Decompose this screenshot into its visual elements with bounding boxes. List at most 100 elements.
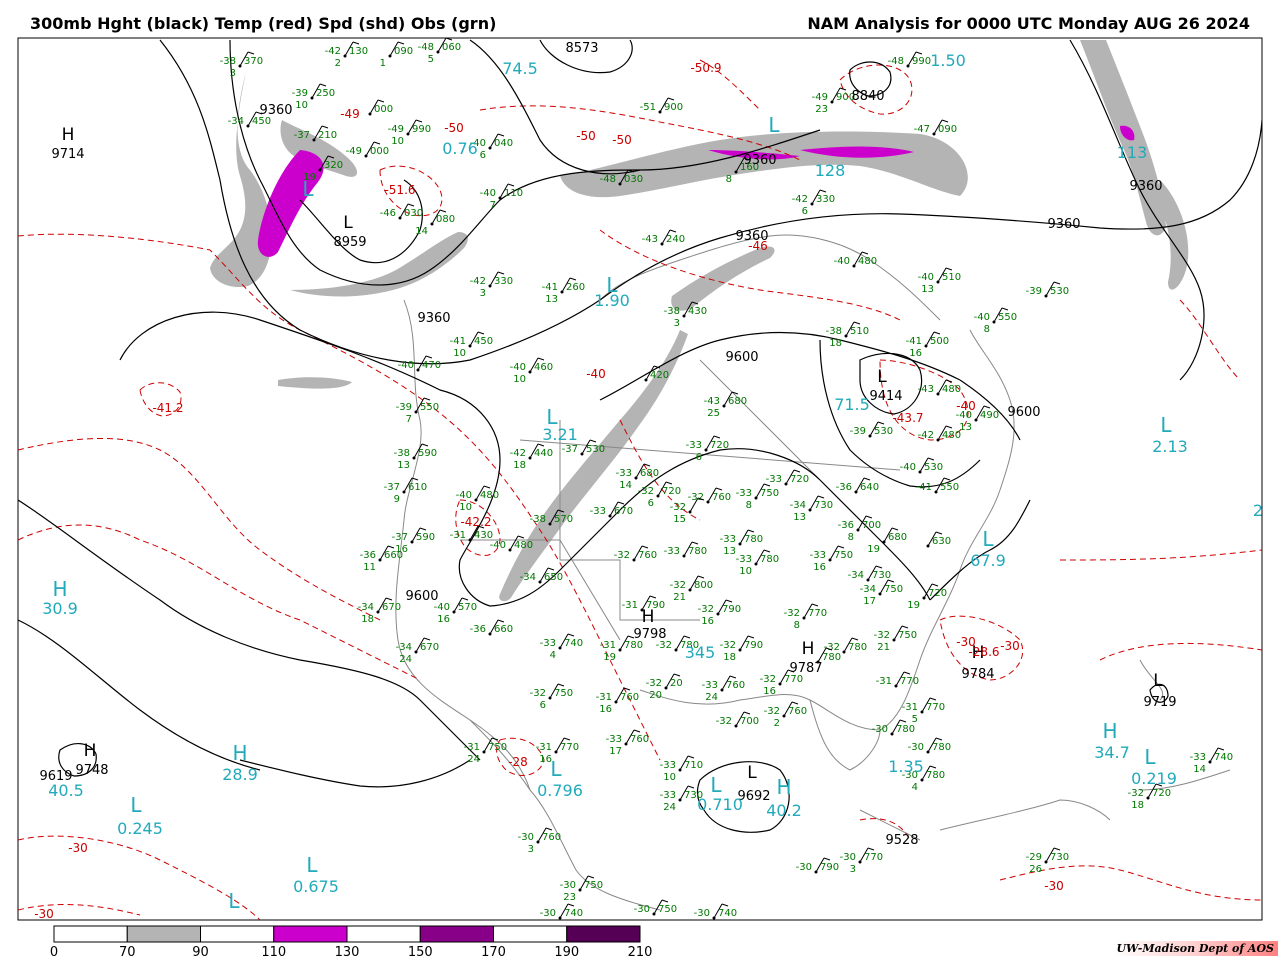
obs-height: 670 [382, 602, 401, 613]
obs-temperature: -40 [974, 312, 990, 323]
speed-label: L [228, 889, 240, 913]
colorbar-swatch [346, 925, 421, 943]
obs-height: 770 [808, 608, 827, 619]
obs-temperature: -40 [490, 540, 506, 551]
obs-temperature: -30 [840, 852, 856, 863]
obs-height: 450 [474, 336, 493, 347]
obs-dewpoint: 10 [739, 566, 752, 577]
obs-temperature: -43 [918, 384, 934, 395]
obs-dewpoint: 25 [707, 408, 720, 419]
obs-dewpoint: 16 [909, 348, 922, 359]
colorbar-tick-label: 110 [261, 945, 286, 960]
speed-label: 28.9 [222, 765, 258, 784]
obs-dewpoint: 8 [848, 532, 854, 543]
obs-height: 700 [740, 716, 759, 727]
obs-height: 470 [422, 360, 441, 371]
height-label: L [877, 367, 887, 387]
height-label: H [84, 741, 97, 761]
obs-dewpoint: 6 [480, 150, 486, 161]
height-label: L [1153, 671, 1163, 691]
colorbar-tick-label: 170 [481, 945, 506, 960]
obs-height: 090 [394, 46, 413, 57]
obs-height: 750 [554, 688, 573, 699]
obs-temperature: -31 [600, 640, 616, 651]
obs-temperature: -39 [850, 426, 866, 437]
obs-dewpoint: 24 [705, 692, 718, 703]
obs-height: 780 [932, 742, 951, 753]
obs-temperature: -32 [646, 678, 662, 689]
height-label: H [642, 607, 655, 627]
obs-height: 430 [688, 306, 707, 317]
height-label: 9360 [743, 153, 776, 168]
obs-temperature: -38 [394, 448, 410, 459]
temperature-label: -43.7 [892, 411, 923, 425]
obs-temperature: -41 [542, 282, 558, 293]
obs-dewpoint: 16 [813, 562, 826, 573]
obs-height: 760 [638, 550, 657, 561]
obs-temperature: -36 [836, 482, 852, 493]
obs-height: 790 [722, 604, 741, 615]
obs-dewpoint: 15 [673, 514, 686, 525]
height-label: 8840 [851, 89, 884, 104]
obs-temperature: -40 [456, 490, 472, 501]
obs-temperature: -37 [384, 482, 400, 493]
obs-dewpoint: 21 [673, 592, 686, 603]
obs-temperature: -33 [660, 760, 676, 771]
obs-temperature: -39 [292, 88, 308, 99]
temperature-label: -40 [956, 399, 976, 413]
colorbar-tick-label: 130 [335, 945, 360, 960]
height-label: 9798 [633, 627, 666, 642]
obs-dewpoint: 16 [437, 614, 450, 625]
obs-dewpoint: 23 [815, 104, 828, 115]
colorbar-swatch [566, 925, 641, 943]
obs-temperature: -30 [560, 880, 576, 891]
weather-map: -38 3703-42 1302-48 06050901-39 25010-34 4500… [17, 37, 1263, 960]
height-label: H [802, 639, 815, 659]
obs-height: 130 [349, 46, 368, 57]
obs-height: 780 [744, 534, 763, 545]
obs-temperature: -31 [876, 676, 892, 687]
obs-height: 790 [744, 640, 763, 651]
speed-label: L [306, 853, 318, 877]
obs-dewpoint: 2 [774, 718, 780, 729]
temperature-label: -30 [34, 907, 54, 921]
obs-height: 480 [942, 384, 961, 395]
obs-dewpoint: 19 [603, 652, 616, 663]
obs-temperature: -34 [520, 572, 536, 583]
obs-temperature: -40 [918, 272, 934, 283]
obs-temperature: -32 [874, 630, 890, 641]
colorbar-tick-label: 150 [408, 945, 433, 960]
obs-dewpoint: 6 [540, 700, 546, 711]
obs-temperature: -41 [916, 482, 932, 493]
obs-temperature: -40 [900, 462, 916, 473]
obs-temperature: -33 [540, 638, 556, 649]
obs-height: 080 [436, 214, 455, 225]
temperature-label: -42.2 [460, 515, 491, 529]
obs-height: 060 [442, 42, 461, 53]
obs-temperature: -36 [470, 624, 486, 635]
obs-dewpoint: 5 [428, 54, 434, 65]
obs-temperature: -41 [906, 336, 922, 347]
obs-dewpoint: 10 [453, 348, 466, 359]
obs-temperature: -37 [562, 444, 578, 455]
temperature-label: -49 [340, 107, 360, 121]
obs-temperature: -40 [480, 188, 496, 199]
speed-label: 40.5 [48, 781, 84, 800]
height-label: L [747, 763, 757, 783]
obs-height: 630 [932, 536, 951, 547]
obs-temperature: -33 [720, 534, 736, 545]
obs-temperature: -30 [634, 904, 650, 915]
obs-dewpoint: 6 [648, 498, 654, 509]
obs-temperature: -39 [1026, 286, 1042, 297]
obs-dewpoint: 7 [490, 200, 496, 211]
obs-temperature: -32 [698, 604, 714, 615]
obs-dewpoint: 18 [723, 652, 736, 663]
temperature-label: -46 [748, 239, 768, 253]
obs-height: 770 [926, 702, 945, 713]
height-label: 9360 [1129, 179, 1162, 194]
height-label: 9360 [1047, 217, 1080, 232]
obs-height: 500 [930, 336, 949, 347]
obs-temperature: -43 [642, 234, 658, 245]
obs-temperature: -33 [1190, 752, 1206, 763]
obs-temperature: -42 [918, 430, 934, 441]
